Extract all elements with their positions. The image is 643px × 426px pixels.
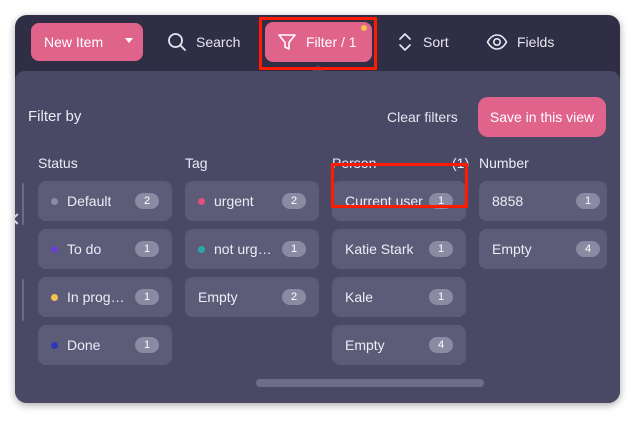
filter-option-status-todo[interactable]: To do 1: [38, 229, 172, 269]
option-label: Empty: [492, 241, 532, 257]
filter-option-person-katie-stark[interactable]: Katie Stark 1: [332, 229, 466, 269]
filter-option-tag-urgent[interactable]: urgent 2: [185, 181, 319, 221]
option-label: 8858: [492, 193, 524, 209]
count-badge: 1: [135, 241, 159, 257]
option-label: Empty: [345, 337, 385, 353]
filter-option-status-done[interactable]: Done 1: [38, 325, 172, 365]
fields-button[interactable]: Fields: [486, 25, 554, 59]
count-badge: 4: [429, 337, 453, 353]
column-header-status: Status: [38, 155, 78, 171]
option-label: urgent: [214, 193, 254, 209]
status-dot: [51, 245, 58, 253]
filter-option-number-empty[interactable]: Empty 4: [479, 229, 607, 269]
filter-button[interactable]: Filter / 1: [265, 22, 372, 62]
person-selected-count: (1): [452, 155, 470, 171]
count-badge: 1: [282, 241, 306, 257]
filter-label: Filter / 1: [306, 34, 357, 50]
option-label: Empty: [198, 289, 238, 305]
new-item-label: New Item: [44, 34, 104, 50]
save-in-view-button[interactable]: Save in this view: [478, 97, 606, 137]
count-badge: 2: [282, 193, 306, 209]
column-header-tag: Tag: [185, 155, 208, 171]
sort-icon: [399, 33, 411, 51]
eye-icon: [486, 34, 508, 50]
filter-option-person-kale[interactable]: Kale 1: [332, 277, 466, 317]
filter-panel: Filter by Clear filters Save in this vie…: [15, 71, 620, 403]
active-filter-dot: [361, 25, 367, 31]
scroll-rail: [22, 279, 24, 321]
tag-dot: [198, 197, 205, 205]
clear-filters-button[interactable]: Clear filters: [387, 109, 458, 125]
sort-label: Sort: [423, 34, 449, 50]
chevron-down-icon[interactable]: [125, 38, 133, 43]
search-label: Search: [196, 34, 241, 50]
filter-option-number-8858[interactable]: 8858 1: [479, 181, 607, 221]
count-badge: 1: [576, 193, 600, 209]
filter-icon: [278, 34, 296, 50]
tag-dot: [198, 245, 205, 253]
option-label: Katie Stark: [345, 241, 414, 257]
new-item-button[interactable]: New Item: [31, 23, 143, 61]
option-label: not urgent: [214, 241, 276, 257]
option-label: In progress: [67, 289, 127, 305]
count-badge: 1: [135, 337, 159, 353]
column-header-number: Number: [479, 155, 529, 171]
status-dot: [51, 341, 58, 349]
option-label: Kale: [345, 289, 374, 305]
filter-option-person-empty[interactable]: Empty 4: [332, 325, 466, 365]
option-label: To do: [67, 241, 102, 257]
count-badge: 1: [135, 289, 159, 305]
sort-button[interactable]: Sort: [396, 25, 449, 59]
horizontal-scrollbar[interactable]: [256, 379, 484, 387]
panel-title: Filter by: [28, 108, 82, 125]
count-badge: 1: [429, 193, 453, 209]
count-badge: 2: [282, 289, 306, 305]
option-label: Default: [67, 193, 112, 209]
filter-option-tag-empty[interactable]: Empty 2: [185, 277, 319, 317]
filter-option-person-current-user[interactable]: Current user 1: [332, 181, 466, 221]
filter-option-status-in-progress[interactable]: In progress 1: [38, 277, 172, 317]
column-header-person: Person: [332, 155, 377, 171]
filter-option-status-default[interactable]: Default 2: [38, 181, 172, 221]
option-label: Done: [67, 337, 101, 353]
count-badge: 1: [429, 289, 453, 305]
scroll-rail: [22, 183, 24, 225]
status-dot: [51, 197, 58, 205]
count-badge: 1: [429, 241, 453, 257]
search-button[interactable]: Search: [167, 25, 240, 59]
filter-option-tag-not-urgent[interactable]: not urgent 1: [185, 229, 319, 269]
count-badge: 4: [576, 241, 600, 257]
count-badge: 2: [135, 193, 159, 209]
fields-label: Fields: [517, 34, 555, 50]
search-icon: [168, 33, 186, 51]
option-label: Current user: [345, 193, 423, 209]
status-dot: [51, 293, 58, 301]
app-window: New Item Search Filter / 1 Sort Fields F…: [15, 15, 620, 403]
toolbar: New Item Search Filter / 1 Sort Fields: [15, 15, 620, 71]
